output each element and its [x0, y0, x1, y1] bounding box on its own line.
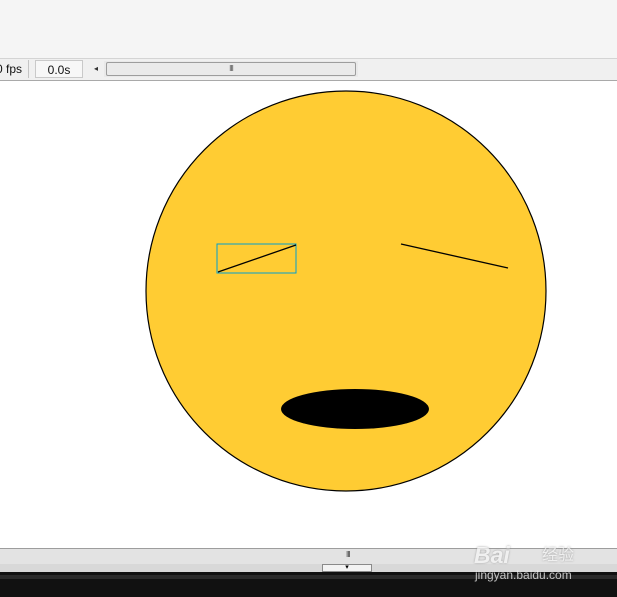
top-panel	[0, 0, 617, 58]
watermark-logo: Bai	[474, 542, 510, 568]
timeline-horizontal-scrollbar[interactable]: III	[104, 61, 358, 77]
stage-drawing	[145, 90, 547, 492]
watermark-suffix: 经验	[542, 547, 575, 564]
baidu-jingyan-watermark: Bai 经验 jingyan.baidu.com	[472, 542, 614, 586]
smiley-face-circle[interactable]	[145, 90, 547, 492]
collapse-panel-button[interactable]: ▾	[322, 564, 372, 572]
panel-resize-grip[interactable]: III	[346, 550, 351, 559]
elapsed-time-readout: 0.0s	[35, 60, 83, 78]
scroll-left-arrow-icon[interactable]: ◂	[90, 61, 102, 77]
timeline-status-bar: 0 fps 0.0s ◂ III	[0, 58, 617, 81]
scrollbar-thumb[interactable]: III	[106, 62, 356, 76]
fps-readout: 0 fps	[0, 60, 30, 78]
stage-canvas[interactable]	[0, 82, 617, 548]
watermark-url: jingyan.baidu.com	[475, 568, 572, 582]
mouth-ellipse[interactable]	[281, 389, 429, 429]
